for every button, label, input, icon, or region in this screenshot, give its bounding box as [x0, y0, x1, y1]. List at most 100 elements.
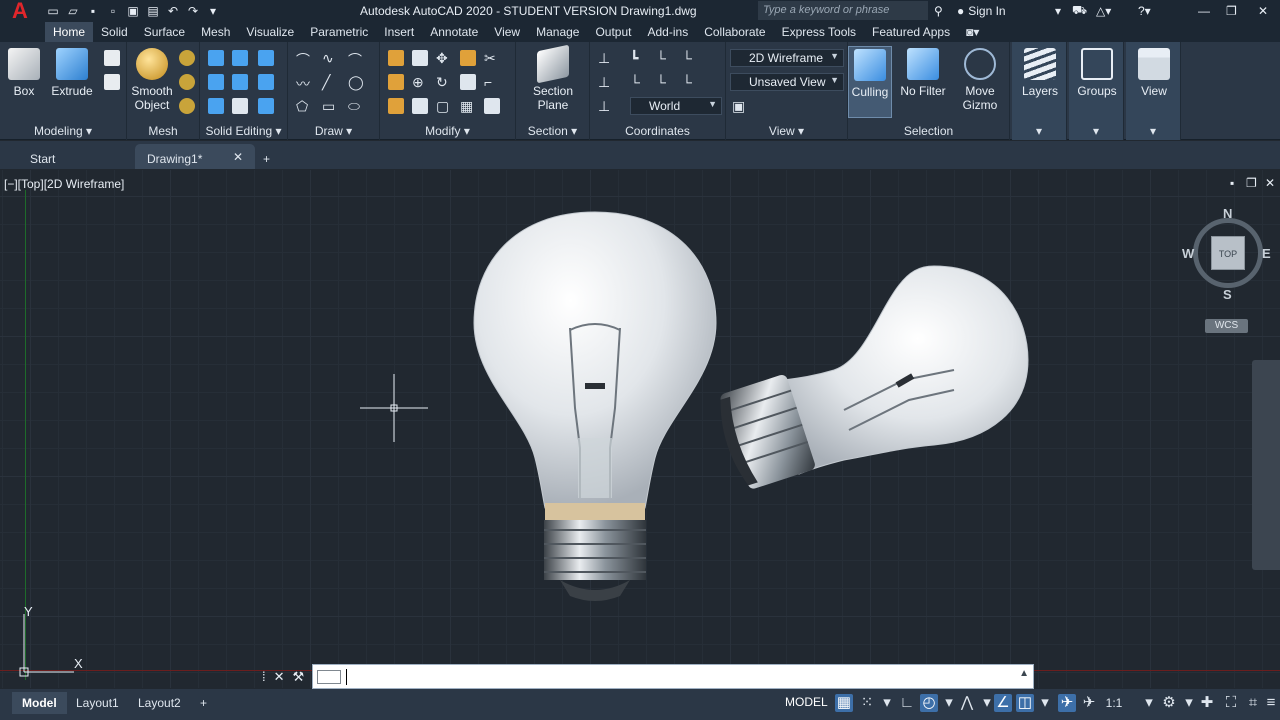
ribbon-minimize-icon[interactable]: ◙▾: [958, 22, 987, 42]
hardware-acceleration-icon[interactable]: ⌗: [1244, 694, 1262, 712]
layers-button[interactable]: Layers: [1018, 48, 1062, 98]
tab-mesh[interactable]: Mesh: [193, 22, 238, 42]
viewport-close-icon[interactable]: ✕: [1265, 176, 1275, 190]
save-icon[interactable]: ▪: [86, 4, 100, 18]
tab-model[interactable]: Model: [12, 692, 67, 714]
tab-add-ins[interactable]: Add-ins: [640, 22, 697, 42]
add-plus-icon[interactable]: ✚: [1198, 694, 1216, 712]
autocad-logo-button[interactable]: A: [0, 0, 40, 23]
view-panel-title[interactable]: View ▾: [726, 124, 847, 138]
viewport-controls-label[interactable]: [−][Top][2D Wireframe]: [4, 177, 124, 191]
light-bulb-upright[interactable]: [470, 208, 720, 613]
ucs-y-icon[interactable]: └: [682, 50, 698, 66]
object-snap-dropdown-icon[interactable]: ▾: [1036, 694, 1054, 712]
customize-wrench-icon[interactable]: ⚒: [293, 669, 305, 685]
mesh-smooth-more-icon[interactable]: [179, 74, 195, 90]
circle-icon[interactable]: ◯: [348, 74, 364, 90]
tab-annotate[interactable]: Annotate: [422, 22, 486, 42]
panel-groups[interactable]: Groups ▾: [1069, 42, 1124, 140]
navigation-bar[interactable]: [1252, 360, 1280, 570]
grid-icon[interactable]: ▦: [835, 694, 853, 712]
viewport-minimize-icon[interactable]: ▪: [1230, 176, 1234, 190]
3d-move-icon[interactable]: [412, 50, 428, 66]
ellipse-icon[interactable]: ⬭: [348, 98, 364, 114]
viewport-restore-icon[interactable]: ❐: [1246, 176, 1257, 190]
tab-collaborate[interactable]: Collaborate: [696, 22, 773, 42]
fillet-icon[interactable]: ⌐: [484, 74, 500, 90]
new-tab-icon[interactable]: +: [255, 144, 280, 169]
help-icon[interactable]: ?▾: [1138, 2, 1151, 20]
arc-icon[interactable]: ⌒: [348, 50, 364, 68]
tab-visualize[interactable]: Visualize: [238, 22, 302, 42]
mesh-refine-icon[interactable]: [179, 98, 195, 114]
separate-icon[interactable]: [258, 74, 274, 90]
taper-faces-icon[interactable]: [232, 74, 248, 90]
offset-icon[interactable]: ▢: [436, 98, 452, 114]
sign-in-dropdown-icon[interactable]: ▾: [1055, 2, 1061, 20]
viewport-config-icon[interactable]: ▣: [732, 98, 748, 114]
polysolid-icon[interactable]: [104, 50, 120, 66]
restore-icon[interactable]: ❐: [1226, 2, 1237, 20]
snap-dropdown-icon[interactable]: ▾: [878, 694, 896, 712]
draw-panel-title[interactable]: Draw ▾: [288, 124, 379, 138]
trim-icon[interactable]: ✂: [484, 50, 500, 66]
polar-dropdown-icon[interactable]: ▾: [940, 694, 958, 712]
polygon-icon[interactable]: ⬠: [296, 98, 312, 114]
smooth-object-button[interactable]: Smooth Object: [129, 48, 175, 112]
line-icon[interactable]: ⌒: [296, 50, 312, 68]
light-bulb-tilted[interactable]: [714, 260, 1034, 505]
rectangular-array-icon[interactable]: ▦: [460, 98, 476, 114]
binoculars-icon[interactable]: ⚲: [934, 2, 943, 20]
new-file-icon[interactable]: ▭: [46, 4, 60, 18]
ucs-3point-icon[interactable]: └: [656, 74, 672, 90]
scale-icon[interactable]: [460, 74, 476, 90]
section-plane-button[interactable]: Section Plane: [530, 44, 576, 112]
annotation-visibility-icon[interactable]: ✈: [1058, 694, 1076, 712]
panel-view-collapsed[interactable]: View ▾: [1126, 42, 1181, 140]
model-space-button[interactable]: MODEL: [785, 695, 828, 709]
move-icon[interactable]: ✥: [436, 50, 452, 66]
rotate-icon[interactable]: ↻: [436, 74, 452, 90]
sign-in-button[interactable]: ● Sign In: [957, 2, 1006, 20]
command-history-arrow-icon[interactable]: ▲: [1019, 668, 1029, 679]
ucs-z-icon[interactable]: └: [630, 74, 646, 90]
tab-featured-apps[interactable]: Featured Apps: [864, 22, 958, 42]
tab-manage[interactable]: Manage: [528, 22, 587, 42]
web-open-icon[interactable]: ▣: [126, 4, 140, 18]
groups-button[interactable]: Groups: [1075, 48, 1119, 98]
command-grip-icon[interactable]: ⁞: [262, 669, 266, 684]
isolate-objects-icon[interactable]: ⛶: [1222, 694, 1240, 712]
extract-edges-icon[interactable]: [258, 50, 274, 66]
scale-dropdown-icon[interactable]: ▾: [1140, 694, 1158, 712]
tab-express-tools[interactable]: Express Tools: [774, 22, 864, 42]
modeling-panel-title[interactable]: Modeling ▾: [0, 124, 126, 138]
redo-icon[interactable]: ↷: [186, 4, 200, 18]
move-gizmo-button[interactable]: Move Gizmo: [956, 48, 1004, 112]
panel-layers[interactable]: Layers ▾: [1012, 42, 1067, 140]
ucs-icon[interactable]: ⊥: [598, 50, 614, 66]
object-snap-tracking-icon[interactable]: ∠: [994, 694, 1012, 712]
view-button[interactable]: View: [1132, 48, 1176, 98]
compass-south[interactable]: S: [1223, 287, 1232, 302]
ucs-x-icon[interactable]: └: [656, 50, 672, 66]
tab-drawing1[interactable]: Drawing1* ✕: [135, 144, 255, 169]
close-icon[interactable]: ✕: [1258, 2, 1268, 20]
erase-icon[interactable]: [388, 98, 404, 114]
help-search-input[interactable]: Type a keyword or phrase: [758, 1, 928, 20]
tab-solid[interactable]: Solid: [93, 22, 136, 42]
tab-parametric[interactable]: Parametric: [302, 22, 376, 42]
exchange-icon[interactable]: △▾: [1096, 2, 1111, 20]
command-line-input[interactable]: ▲: [312, 664, 1034, 689]
subtract-icon[interactable]: [208, 74, 224, 90]
isodraft-icon[interactable]: ⋀: [958, 694, 976, 712]
drawing-viewport[interactable]: [−][Top][2D Wireframe] ▪ ❐ ✕ N S E W TOP…: [0, 170, 1280, 688]
tab-output[interactable]: Output: [587, 22, 639, 42]
open-folder-icon[interactable]: ▱: [66, 4, 80, 18]
presspull-icon[interactable]: [104, 74, 120, 90]
ucs-world-icon[interactable]: ⊥: [598, 74, 614, 90]
mesh-sphere-icon[interactable]: [179, 50, 195, 66]
intersect-icon[interactable]: [208, 98, 224, 114]
coordinates-panel-title[interactable]: Coordinates: [590, 124, 725, 138]
3d-scale-icon[interactable]: [412, 98, 428, 114]
tab-view[interactable]: View: [486, 22, 528, 42]
